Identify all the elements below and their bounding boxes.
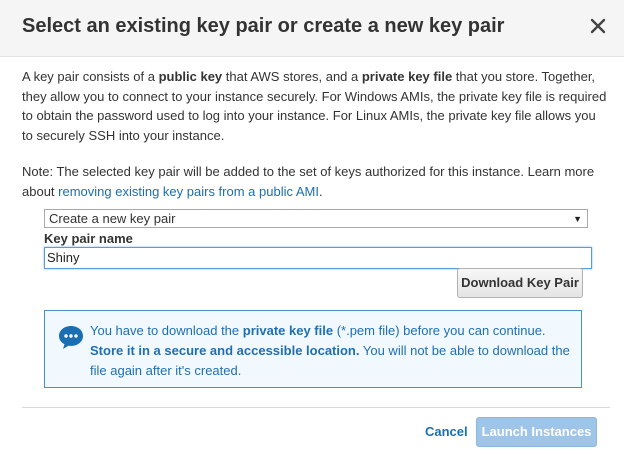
intro-bold-private-key-file: private key file xyxy=(361,69,453,84)
remove-key-pairs-link[interactable]: removing existing key pairs from a publi… xyxy=(58,184,319,199)
key-pair-dialog: Select an existing key pair or create a … xyxy=(0,0,624,454)
cancel-button[interactable]: Cancel xyxy=(425,424,468,439)
select-value: Create a new key pair xyxy=(49,211,176,226)
download-key-pair-button[interactable]: Download Key Pair xyxy=(457,268,583,298)
intro-text-2: that AWS stores, and a xyxy=(222,69,362,84)
key-pair-option-select[interactable]: Create a new key pair ▼ xyxy=(44,209,588,228)
note-paragraph: Note: The selected key pair will be adde… xyxy=(22,162,607,201)
key-pair-name-label: Key pair name xyxy=(44,231,133,246)
dialog-header: Select an existing key pair or create a … xyxy=(0,0,624,57)
footer-divider xyxy=(22,407,610,408)
caret-down-icon: ▼ xyxy=(573,214,582,224)
info-box: You have to download the private key fil… xyxy=(44,310,582,388)
note-end: . xyxy=(318,183,323,199)
info-text-1: You have to download the xyxy=(90,323,243,338)
intro-bold-public-key: public key xyxy=(158,69,223,84)
key-pair-name-input[interactable]: Shiny xyxy=(44,247,592,269)
launch-instances-button[interactable]: Launch Instances xyxy=(476,417,597,447)
info-bold-private-key-file: private key file xyxy=(242,323,334,338)
chat-bubble-icon xyxy=(57,323,85,351)
intro-text-1: A key pair consists of a xyxy=(22,69,159,84)
info-text-2: (*.pem file) before you can continue. xyxy=(333,323,546,338)
dialog-title: Select an existing key pair or create a … xyxy=(22,15,505,37)
close-icon[interactable] xyxy=(588,16,608,36)
info-text: You have to download the private key fil… xyxy=(90,321,578,381)
intro-paragraph: A key pair consists of a public key that… xyxy=(22,67,607,145)
info-bold-store-it: Store it in a secure and accessible loca… xyxy=(90,343,360,358)
